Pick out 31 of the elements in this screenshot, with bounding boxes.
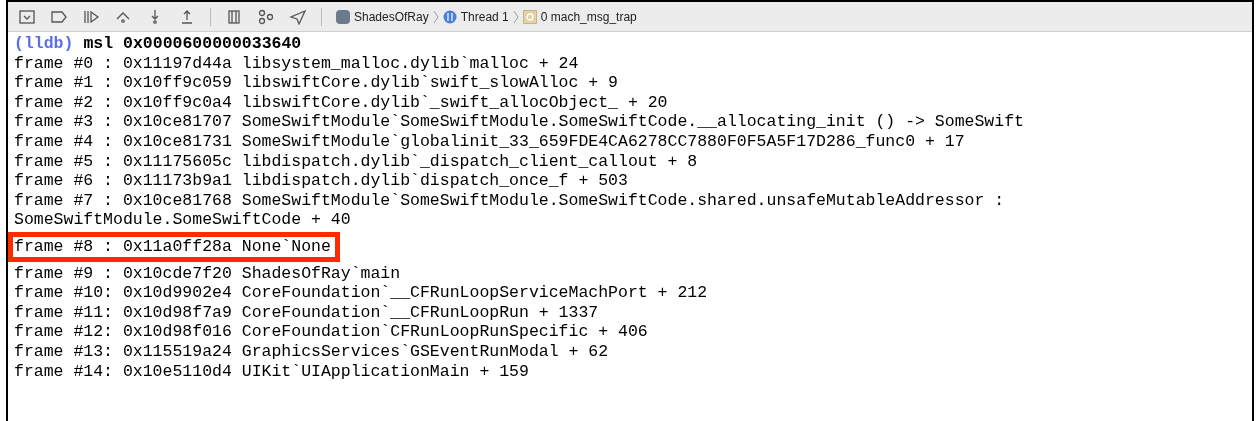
- memory-graph-icon[interactable]: [257, 8, 275, 25]
- console-line: frame #13: 0x115519a24 GraphicsServices`GSEventRunModal + 62: [14, 341, 609, 362]
- hide-console-icon[interactable]: [18, 8, 36, 25]
- console-line: frame #5 : 0x11175605c libdispatch.dylib`_dispatch_client_callout + 8: [14, 151, 698, 172]
- frame-icon: [522, 9, 537, 24]
- console-line: frame #1 : 0x10ff9c059 libswiftCore.dylib`swift_slowAlloc + 9: [14, 73, 618, 93]
- chevron-icon: [512, 9, 519, 24]
- console-line: frame #0 : 0x11197d44a libsystem_malloc.dylib`malloc + 24: [14, 53, 579, 74]
- view-hierarchy-icon[interactable]: [225, 8, 243, 25]
- console-line: frame #9 : 0x10cde7f20 ShadesOfRay`main: [14, 263, 401, 284]
- console-line: frame #10: 0x10d9902e4 CoreFoundation`__CFRunLoopServiceMachPort + 212: [14, 283, 708, 303]
- console-line: frame #6 : 0x11173b9a1 libdispatch.dylib`dispatch_once_f + 503: [14, 171, 628, 191]
- console-line: SomeSwiftModule.SomeSwiftCode + 40: [14, 210, 351, 230]
- continue-icon[interactable]: [82, 8, 100, 25]
- breadcrumb-item[interactable]: ShadesOfRay: [354, 7, 429, 26]
- console-command: msl 0x0000600000033640: [83, 34, 302, 54]
- chevron-icon: [432, 9, 439, 24]
- console-line: frame #3 : 0x10ce81707 SomeSwiftModule`SomeSwiftModule.SomeSwiftCode.__allocating_init () -> SomeSwift: [14, 112, 1024, 132]
- console-line: frame #7 : 0x10ce81768 SomeSwiftModule`SomeSwiftModule.SomeSwiftCode.shared.unsafeMutableAddressor :: [14, 190, 1005, 211]
- breadcrumb-item[interactable]: Thread 1: [460, 7, 509, 26]
- thread-icon: [442, 9, 457, 24]
- console-line: frame #4 : 0x10ce81731 SomeSwiftModule`globalinit_33_659FDE4CA6278CC7880F0F5A5F17D286_func0 + 17: [14, 131, 965, 152]
- console-line: frame #11: 0x10d98f7a9 CoreFoundation`__CFRunLoopRun + 1337: [14, 302, 599, 323]
- location-arrow-icon[interactable]: [289, 8, 307, 25]
- console-line: frame #2 : 0x10ff9c0a4 libswiftCore.dylib`_swift_allocObject_ + 20: [14, 92, 668, 113]
- app-icon: [336, 9, 350, 24]
- console-line: frame #12: 0x10d98f016 CoreFoundation`CFRunLoopRunSpecific + 406: [14, 322, 648, 342]
- breakpoint-icon[interactable]: [50, 8, 68, 25]
- console-line: frame #14: 0x10e5110d4 UIKit`UIApplicationMain + 159: [14, 361, 529, 382]
- lldb-prompt: (lldb): [14, 34, 74, 54]
- breadcrumb-item[interactable]: 0 mach_msg_trap: [540, 7, 637, 26]
